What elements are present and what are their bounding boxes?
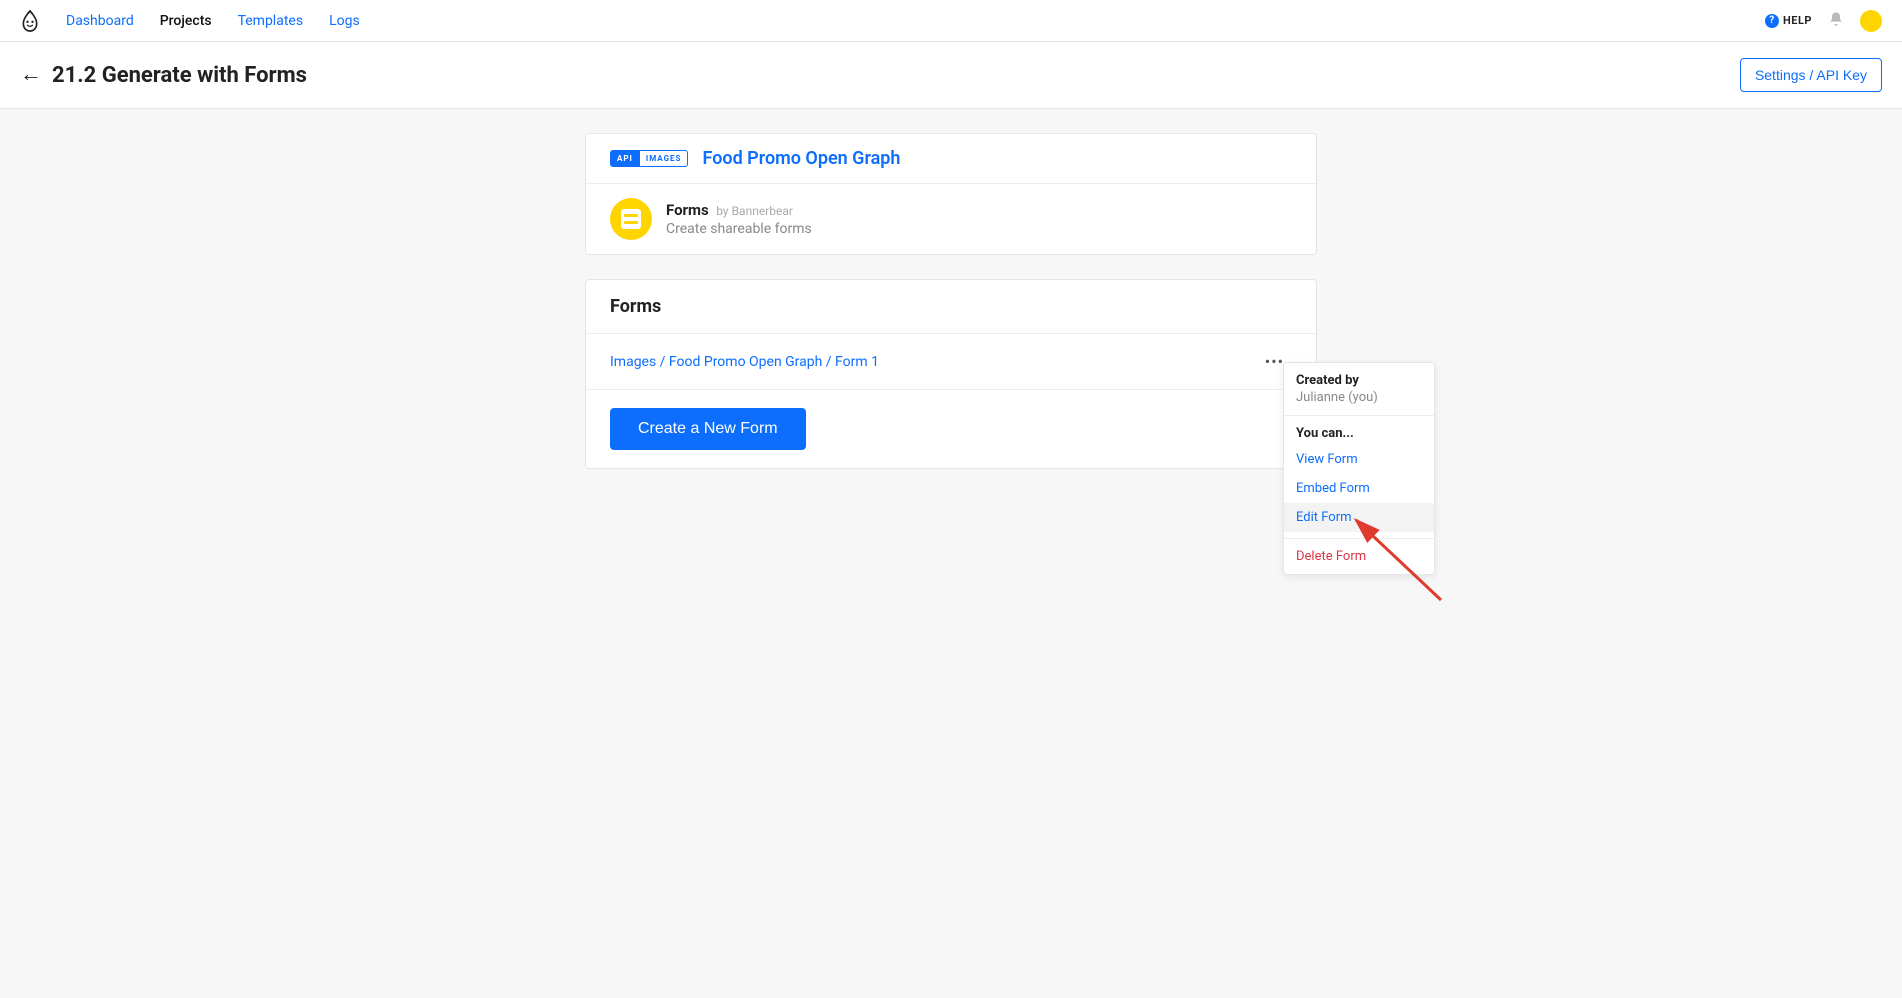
help-button[interactable]: ? HELP [1765, 14, 1812, 28]
nav-logs[interactable]: Logs [329, 13, 360, 29]
sub-header: ← 21.2 Generate with Forms Settings / AP… [0, 42, 1902, 109]
create-new-form-button[interactable]: Create a New Form [610, 408, 806, 450]
form-item-row: Images / Food Promo Open Graph / Form 1 … [586, 333, 1316, 389]
create-row: Create a New Form [586, 389, 1316, 468]
forms-list-card: Forms Images / Food Promo Open Graph / F… [585, 279, 1317, 469]
forms-text: Forms by Bannerbear Create shareable for… [666, 201, 812, 237]
page-title: 21.2 Generate with Forms [52, 63, 307, 88]
logo-icon [20, 9, 40, 33]
forms-integration-row: Forms by Bannerbear Create shareable for… [586, 183, 1316, 254]
badge-api: API [610, 150, 640, 167]
nav-links: Dashboard Projects Templates Logs [66, 13, 360, 29]
top-nav-left: Dashboard Projects Templates Logs [20, 9, 360, 33]
template-card: API IMAGES Food Promo Open Graph Forms b… [585, 133, 1317, 255]
forms-title: Forms [666, 201, 709, 219]
back-arrow-icon[interactable]: ← [20, 64, 42, 86]
main-area: API IMAGES Food Promo Open Graph Forms b… [0, 109, 1902, 493]
template-title-link[interactable]: Food Promo Open Graph [702, 148, 900, 169]
sub-header-left: ← 21.2 Generate with Forms [20, 63, 307, 88]
help-icon: ? [1765, 14, 1779, 28]
avatar[interactable] [1860, 10, 1882, 32]
notifications-icon[interactable] [1828, 11, 1844, 31]
top-nav: Dashboard Projects Templates Logs ? HELP [0, 0, 1902, 42]
menu-created-section: Created by Julianne (you) [1284, 363, 1434, 415]
menu-delete-form[interactable]: Delete Form [1284, 539, 1434, 574]
menu-embed-form[interactable]: Embed Form [1284, 474, 1434, 503]
badge-group: API IMAGES [610, 150, 688, 167]
forms-description: Create shareable forms [666, 221, 812, 237]
forms-icon [610, 198, 652, 240]
forms-section-title: Forms [586, 280, 1316, 333]
content-container: API IMAGES Food Promo Open Graph Forms b… [585, 133, 1317, 493]
form-actions-menu: Created by Julianne (you) You can... Vie… [1283, 362, 1435, 575]
nav-templates[interactable]: Templates [238, 13, 304, 29]
menu-youcan-label: You can... [1284, 426, 1434, 445]
menu-edit-form[interactable]: Edit Form [1284, 503, 1434, 532]
form-item-link[interactable]: Images / Food Promo Open Graph / Form 1 [610, 354, 879, 370]
nav-projects[interactable]: Projects [160, 13, 212, 29]
menu-actions-section: You can... View Form Embed Form Edit For… [1284, 415, 1434, 538]
menu-created-value: Julianne (you) [1296, 390, 1422, 405]
nav-dashboard[interactable]: Dashboard [66, 13, 134, 29]
help-label: HELP [1783, 14, 1812, 27]
settings-api-key-button[interactable]: Settings / API Key [1740, 58, 1882, 92]
menu-created-label: Created by [1296, 373, 1422, 388]
badge-images: IMAGES [640, 150, 689, 167]
forms-by-label: by Bannerbear [716, 204, 793, 218]
top-nav-right: ? HELP [1765, 10, 1882, 32]
template-header-row: API IMAGES Food Promo Open Graph [586, 134, 1316, 183]
menu-view-form[interactable]: View Form [1284, 445, 1434, 474]
